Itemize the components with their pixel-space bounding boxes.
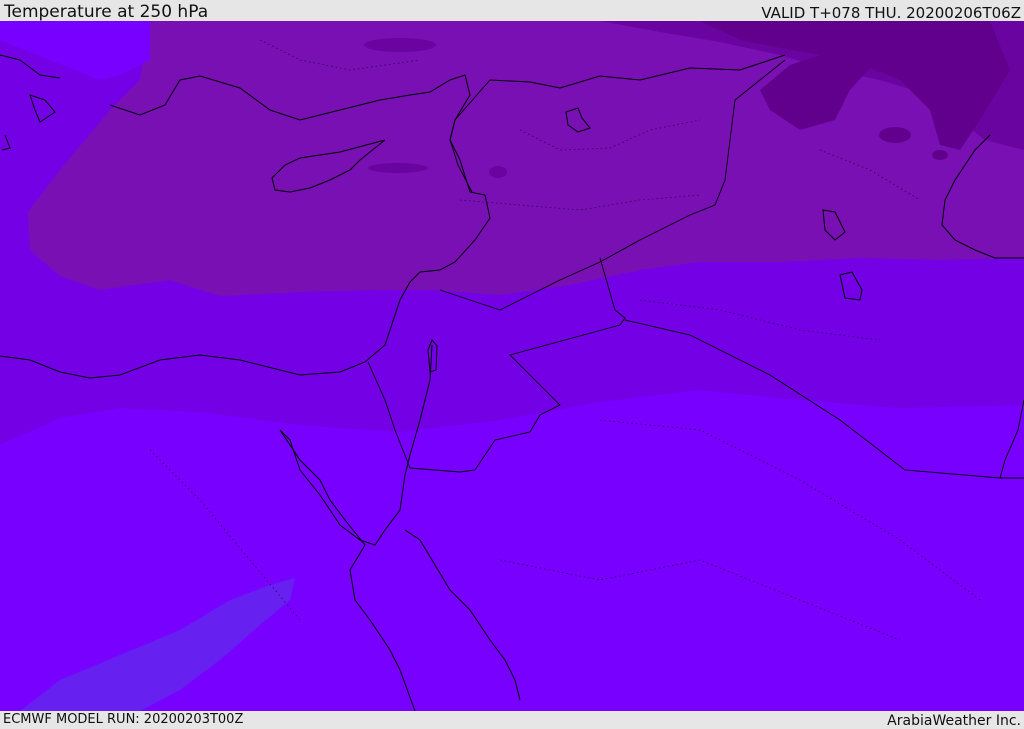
- cold-patch: [368, 163, 428, 173]
- map-title: Temperature at 250 hPa: [4, 2, 209, 22]
- cold-patch: [879, 127, 911, 143]
- cold-patch: [932, 150, 948, 160]
- temperature-map: [0, 21, 1024, 711]
- model-run: ECMWF MODEL RUN: 20200203T00Z: [3, 712, 244, 727]
- credit: ArabiaWeather Inc.: [887, 713, 1021, 729]
- header-bar: Temperature at 250 hPa VALID T+078 THU. …: [0, 0, 1024, 22]
- cold-patch: [489, 166, 507, 178]
- valid-time: VALID T+078 THU. 20200206T06Z: [761, 4, 1021, 22]
- footer-bar: ECMWF MODEL RUN: 20200203T00Z ArabiaWeat…: [0, 711, 1024, 729]
- cold-patch: [364, 38, 436, 52]
- map-frame: Temperature at 250 hPa VALID T+078 THU. …: [0, 0, 1024, 729]
